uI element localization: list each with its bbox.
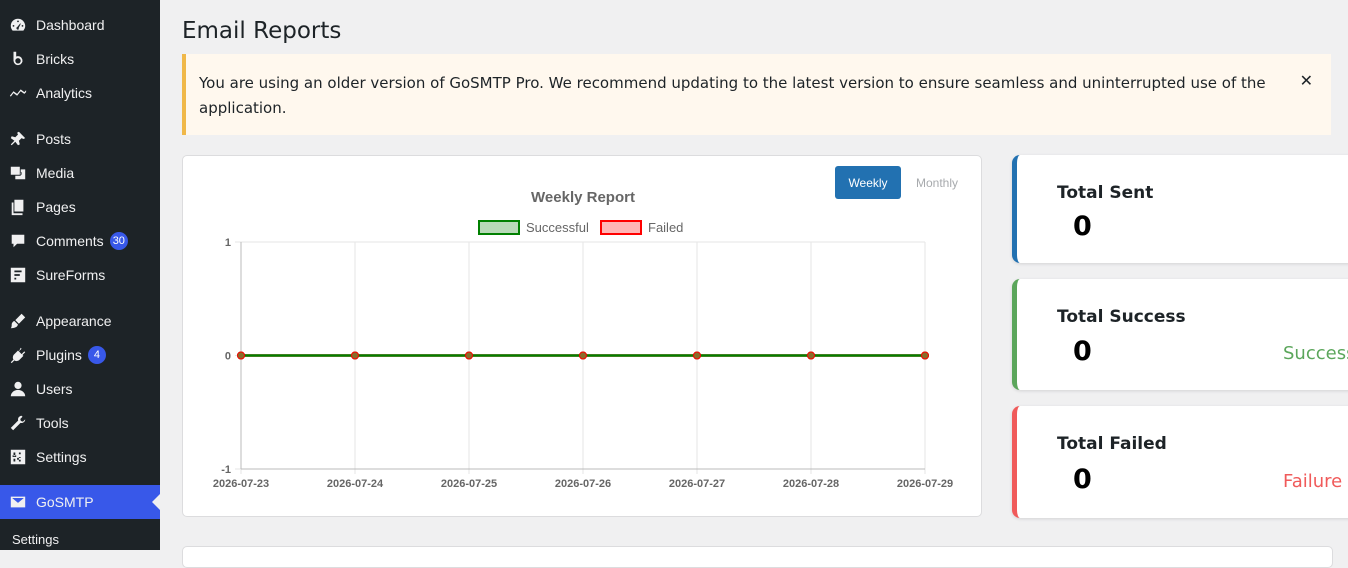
sidebar-item-label: Tools [36,415,69,431]
sidebar-item-pages[interactable]: Pages [0,190,160,224]
sidebar-item-label: GoSMTP [36,494,94,510]
y-tick-label: 0 [225,351,231,363]
sidebar-item-label: Bricks [36,51,75,67]
pin-icon [8,129,28,149]
x-tick-label: 2026-07-28 [783,478,839,490]
stat-value: 0 [1073,336,1092,367]
x-tick-label: 2026-07-27 [669,478,725,490]
sidebar-item-media[interactable]: Media [0,156,160,190]
sidebar-item-label: Posts [36,131,72,147]
comment-icon [8,231,28,251]
sidebar-item-label: Pages [36,199,76,215]
sidebar-item-plugins[interactable]: Plugins 4 [0,338,160,372]
stat-title: Total Failed [1057,434,1167,454]
settings-icon [8,447,28,467]
sidebar-item-dashboard[interactable]: Dashboard [0,8,160,42]
sidebar-item-appearance[interactable]: Appearance [0,304,160,338]
stat-value: 0 [1073,211,1092,242]
stat-title: Total Success [1057,307,1186,327]
submenu-item-settings[interactable]: Settings [12,532,59,547]
brush-icon [8,311,28,331]
legend-label-failed: Failed [648,220,683,235]
close-icon[interactable]: ✕ [1300,68,1313,93]
plugin-icon [8,345,28,365]
wrench-icon [8,413,28,433]
user-icon [8,379,28,399]
sidebar-item-bricks[interactable]: Bricks [0,42,160,76]
chart-title: Weekly Report [531,189,635,206]
sidebar-item-label: SureForms [36,267,106,283]
sidebar-item-label: Analytics [36,85,93,101]
stat-value: 0 [1073,464,1092,495]
monthly-tab-button[interactable]: Monthly [905,166,969,199]
y-tick-label: -1 [221,464,231,476]
analytics-icon [8,83,28,103]
stat-title: Total Sent [1057,183,1154,203]
bricks-icon [8,49,28,69]
active-menu-arrow [152,494,160,510]
report-chart-card: Weekly Report Successful Failed 2026-07-23 2… [182,155,982,517]
sidebar-item-users[interactable]: Users [0,372,160,406]
notice-text: You are using an older version of GoSMTP… [199,74,1266,117]
legend-swatch-failed [600,220,642,235]
data-point-failed [579,351,587,360]
sidebar-item-label: Dashboard [36,17,105,33]
y-tick-label: 1 [225,237,231,249]
pages-icon [8,197,28,217]
total-sent-card: Total Sent 0 [1012,155,1348,263]
legend-label-successful: Successful [526,220,589,235]
sidebar-item-settings[interactable]: Settings [0,440,160,474]
data-point-failed [921,351,929,360]
page-title: Email Reports [182,18,342,44]
update-notice: You are using an older version of GoSMTP… [182,54,1331,135]
envelope-icon [8,492,28,512]
data-point-failed [693,351,701,360]
sidebar-item-sureforms[interactable]: SureForms [0,258,160,292]
data-point-failed [351,351,359,360]
media-icon [8,163,28,183]
sureforms-icon [8,265,28,285]
success-status-label: Success [1283,343,1348,364]
bottom-panel [182,546,1333,568]
sidebar-item-label: Comments [36,233,104,249]
total-failed-card: Total Failed 0 Failure [1012,406,1348,518]
plugins-count-badge: 4 [87,346,106,364]
failure-status-label: Failure [1283,471,1343,492]
x-tick-label: 2026-07-23 [213,478,269,490]
x-tick-label: 2026-07-24 [327,478,384,490]
comments-count-badge: 30 [109,232,128,250]
sidebar-item-comments[interactable]: Comments 30 [0,224,160,258]
sidebar-item-tools[interactable]: Tools [0,406,160,440]
sidebar-item-analytics[interactable]: Analytics [0,76,160,110]
data-point-failed [237,351,245,360]
dashboard-icon [8,15,28,35]
sidebar-item-label: Users [36,381,73,397]
x-tick-label: 2026-07-25 [441,478,497,490]
legend-swatch-successful [478,220,520,235]
sidebar-item-gosmtp[interactable]: GoSMTP [0,485,160,519]
weekly-report-chart: Weekly Report Successful Failed 2026-07-23 2… [213,189,953,490]
x-tick-label: 2026-07-26 [555,478,611,490]
x-tick-label: 2026-07-29 [897,478,953,490]
admin-sidebar: Dashboard Bricks Analytics Posts Media P… [0,0,160,550]
weekly-tab-button[interactable]: Weekly [835,166,901,199]
sidebar-item-posts[interactable]: Posts [0,122,160,156]
sidebar-item-label: Plugins [36,347,82,363]
data-point-failed [465,351,473,360]
data-point-failed [807,351,815,360]
sidebar-item-label: Media [36,165,75,181]
total-success-card: Total Success 0 Success [1012,279,1348,390]
sidebar-item-label: Appearance [36,313,112,329]
sidebar-item-label: Settings [36,449,87,465]
